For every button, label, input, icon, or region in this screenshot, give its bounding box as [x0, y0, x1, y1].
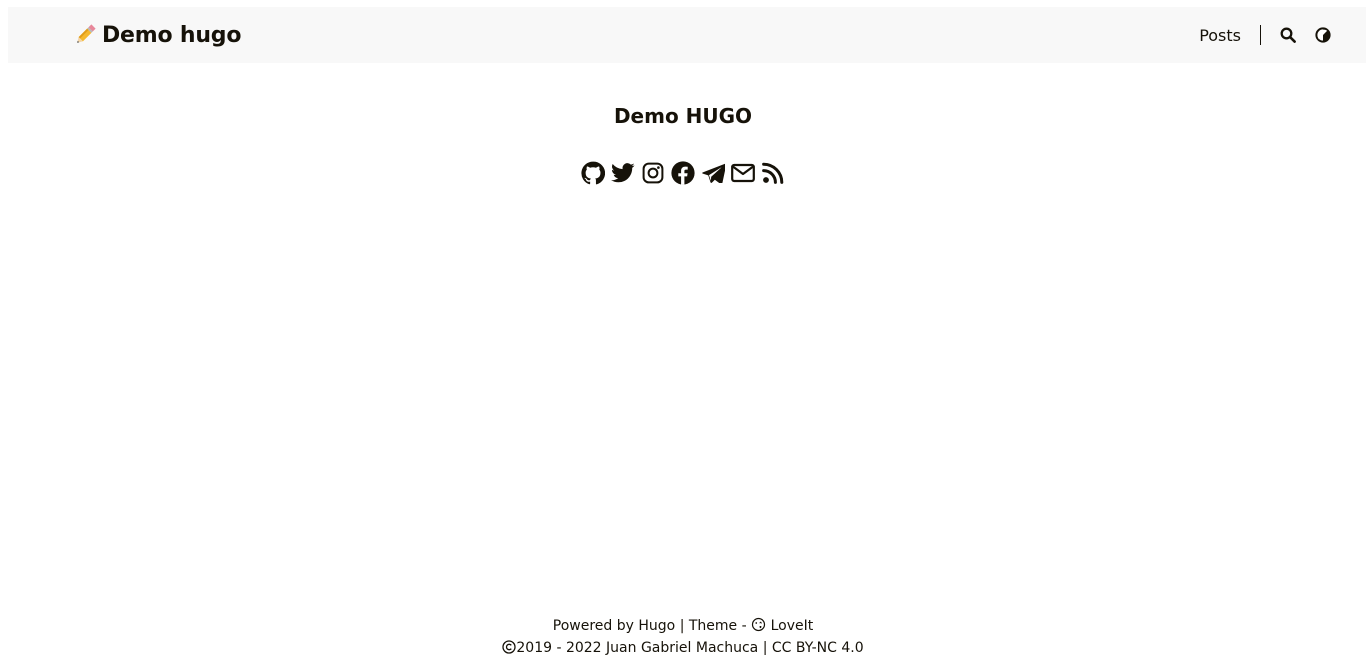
hugo-link[interactable]: Hugo	[638, 618, 675, 634]
footer-separator: |	[679, 618, 685, 634]
nav-divider	[1260, 25, 1261, 45]
copyright-years: 2019 - 2022	[516, 640, 602, 655]
main-nav: Posts	[1199, 7, 1332, 63]
theme-switch-icon[interactable]	[1314, 26, 1332, 44]
twitter-icon[interactable]	[611, 160, 635, 186]
home-title: Demo HUGO	[613, 104, 753, 128]
pencil-emoji-icon	[72, 22, 98, 48]
social-links	[0, 160, 1366, 186]
theme-loveit-icon	[751, 617, 766, 638]
email-icon[interactable]	[731, 160, 755, 186]
footer-copyright-line: 2019 - 2022 Juan Gabriel Machuca | CC BY…	[0, 638, 1366, 655]
license-link[interactable]: CC BY-NC 4.0	[772, 640, 864, 655]
nav-link-posts[interactable]: Posts	[1199, 26, 1241, 45]
author-link[interactable]: Juan Gabriel Machuca	[606, 640, 758, 655]
footer-powered-label: Powered by	[552, 618, 634, 634]
site-footer: Powered by Hugo | Theme - LoveIt 2019 - …	[0, 616, 1366, 655]
site-logo-text: Demo hugo	[102, 22, 242, 48]
footer-separator-2: |	[762, 640, 768, 655]
instagram-icon[interactable]	[641, 160, 665, 186]
facebook-icon[interactable]	[671, 160, 695, 186]
footer-powered-line: Powered by Hugo | Theme - LoveIt	[0, 616, 1366, 638]
footer-theme-label: Theme -	[688, 618, 747, 634]
rss-icon[interactable]	[761, 160, 785, 186]
loveit-link[interactable]: LoveIt	[771, 618, 814, 634]
copyright-icon	[502, 640, 517, 655]
github-icon[interactable]	[581, 160, 605, 186]
search-icon[interactable]	[1279, 26, 1297, 44]
site-header: Demo hugo Posts	[8, 7, 1366, 63]
telegram-icon[interactable]	[701, 160, 725, 186]
site-logo-link[interactable]: Demo hugo	[72, 7, 241, 63]
page: Demo hugo Posts Demo HUGO Powered by Hug…	[0, 0, 1366, 655]
